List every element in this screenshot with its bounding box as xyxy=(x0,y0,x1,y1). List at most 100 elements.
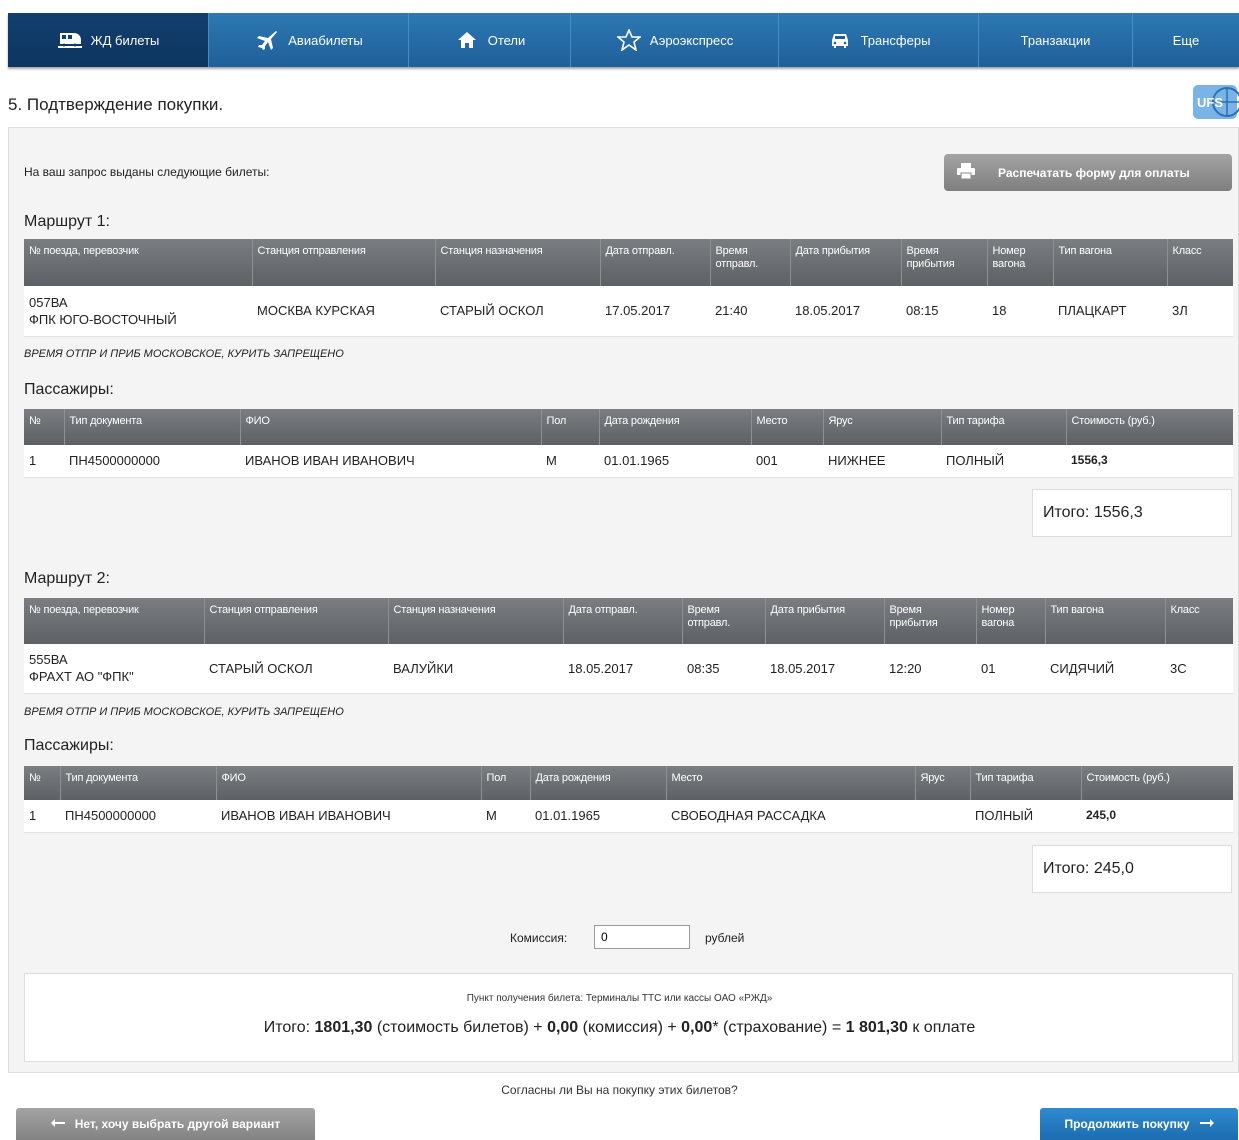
car-icon xyxy=(827,29,853,51)
route-2-table: № поезда, перевозчик Станция отправления… xyxy=(24,598,1233,694)
pickup-point: Пункт получения билета: Терминалы ТТС ил… xyxy=(466,993,773,1004)
header-arr-time: Время прибытия xyxy=(901,239,988,286)
header-class: Класс xyxy=(1167,239,1233,286)
dep-date-cell: 17.05.2017 xyxy=(600,286,710,337)
total-label: к оплате xyxy=(912,1019,976,1036)
print-payment-form-button[interactable]: Распечатать форму для оплаты xyxy=(944,154,1232,191)
dep-time-cell: 08:35 xyxy=(682,644,765,694)
route-1-table: № поезда, перевозчик Станция отправления… xyxy=(24,239,1233,337)
header-name: ФИО xyxy=(240,409,542,445)
route-2-note: ВРЕМЯ ОТПР И ПРИБ МОСКОВСКОЕ, КУРИТЬ ЗАП… xyxy=(24,706,344,718)
seat-cell: 001 xyxy=(751,445,823,478)
carrier: ФПК ЮГО-ВОСТОЧНЫЙ xyxy=(29,311,177,327)
header-tier: Ярус xyxy=(823,409,942,445)
header-tariff: Тип тарифа xyxy=(941,409,1067,445)
route-1-passengers-table: № Тип документа ФИО Пол Дата рождения Ме… xyxy=(24,409,1233,478)
to-cell: ВАЛУЙКИ xyxy=(388,644,563,694)
seat-cell: СВОБОДНАЯ РАССАДКА xyxy=(666,800,915,833)
passengers-header-row: № Тип документа ФИО Пол Дата рождения Ме… xyxy=(24,766,1233,800)
header-birth: Дата рождения xyxy=(599,409,752,445)
header-dep-time: Время отправл. xyxy=(682,598,766,644)
car-number-cell: 18 xyxy=(987,286,1053,337)
train-icon xyxy=(57,29,83,51)
train-number: 555ВА xyxy=(29,652,68,668)
header-train: № поезда, перевозчик xyxy=(24,598,205,644)
header-tariff: Тип тарифа xyxy=(970,766,1082,800)
from-cell: МОСКВА КУРСКАЯ xyxy=(252,286,435,337)
nav-tab-avia[interactable]: Авиабилеты xyxy=(209,13,409,67)
grand-prefix: Итого: xyxy=(263,1019,311,1036)
nav-tab-more[interactable]: Еще xyxy=(1133,13,1239,67)
grand-total-line: Итого: 1801,30 (стоимость билетов) + 0,0… xyxy=(0,1019,1239,1037)
birth-cell: 01.01.1965 xyxy=(599,445,751,478)
header-car-type: Тип вагона xyxy=(1053,239,1168,286)
commission-input[interactable] xyxy=(594,925,690,949)
agree-question: Согласны ли Вы на покупку этих билетов? xyxy=(501,1083,738,1097)
page-title: 5. Подтверждение покупки. xyxy=(8,95,224,114)
header-train: № поезда, перевозчик xyxy=(24,239,253,286)
route-2-passengers-table: № Тип документа ФИО Пол Дата рождения Ме… xyxy=(24,766,1233,833)
tickets-label: (стоимость билетов) + xyxy=(376,1019,543,1036)
header-sex: Пол xyxy=(541,409,600,445)
nav-tab-hotels-label: Отели xyxy=(487,32,526,48)
route-1-passengers-title: Пассажиры: xyxy=(24,381,114,398)
tariff-cell: ПОЛНЫЙ xyxy=(941,445,1066,478)
header-dep-date: Дата отправл. xyxy=(600,239,711,286)
print-button-label: Распечатать форму для оплаты xyxy=(998,165,1190,180)
printer-icon xyxy=(956,162,976,183)
nav-tab-transfers-label: Трансферы xyxy=(860,32,931,48)
route-1-total: Итого: 1556,3 xyxy=(1032,489,1232,537)
nav-tab-aeroexpress[interactable]: Аэроэкспресс xyxy=(571,13,779,67)
passengers-header-row: № Тип документа ФИО Пол Дата рождения Ме… xyxy=(24,409,1233,445)
airplane-icon xyxy=(254,29,280,51)
name-cell: ИВАНОВ ИВАН ИВАНОВИЧ xyxy=(216,800,481,833)
route-2-passengers-title: Пассажиры: xyxy=(24,737,114,754)
num-cell: 1 xyxy=(24,800,60,833)
route-2-total: Итого: 245,0 xyxy=(1032,845,1232,893)
class-cell: 3С xyxy=(1165,644,1233,694)
arr-date-cell: 18.05.2017 xyxy=(765,644,884,694)
choose-other-button[interactable]: Нет, хочу выбрать другой вариант xyxy=(16,1108,315,1140)
nav-tab-rail[interactable]: ЖД билеты xyxy=(8,13,209,67)
nav-tab-hotels[interactable]: Отели xyxy=(409,13,571,67)
header-arr-date: Дата прибытия xyxy=(790,239,902,286)
header-sex: Пол xyxy=(481,766,531,800)
main-navigation: ЖД билеты Авиабилеты Отели Аэроэкспресс … xyxy=(8,13,1239,67)
nav-tab-transactions[interactable]: Транзакции xyxy=(979,13,1133,67)
home-icon xyxy=(454,29,480,51)
nav-tab-transfers[interactable]: Трансферы xyxy=(779,13,979,67)
header-to: Станция назначения xyxy=(435,239,601,286)
insurance-label: * (страхование) = xyxy=(712,1019,842,1036)
tickets-value: 1801,30 xyxy=(314,1019,373,1036)
document-cell: ПН4500000000 xyxy=(60,800,216,833)
route-2-title: Маршрут 2: xyxy=(24,570,110,587)
insurance-value: 0,00 xyxy=(681,1019,713,1036)
name-cell: ИВАНОВ ИВАН ИВАНОВИЧ xyxy=(240,445,541,478)
commission-unit: рублей xyxy=(705,931,745,945)
table-row: 057ВА ФПК ЮГО-ВОСТОЧНЫЙ МОСКВА КУРСКАЯ СТ… xyxy=(24,286,1233,337)
commission-label: Комиссия: xyxy=(510,931,568,945)
train-cell: 555ВА ФРАХТ АО "ФПК" xyxy=(24,644,204,694)
dep-time-cell: 21:40 xyxy=(710,286,790,337)
header-dep-date: Дата отправл. xyxy=(563,598,683,644)
continue-purchase-button[interactable]: Продолжить покупку xyxy=(1040,1108,1238,1140)
tariff-cell: ПОЛНЫЙ xyxy=(970,800,1081,833)
arrow-left-icon xyxy=(50,1117,65,1131)
header-tier: Ярус xyxy=(915,766,971,800)
header-cost: Стоимость (руб.) xyxy=(1066,409,1233,445)
route-1-note: ВРЕМЯ ОТПР И ПРИБ МОСКОВСКОЕ, КУРИТЬ ЗАП… xyxy=(24,348,344,360)
sex-cell: М xyxy=(541,445,599,478)
table-row: 1 ПН4500000000 ИВАНОВ ИВАН ИВАНОВИЧ М 01… xyxy=(24,445,1233,478)
header-car-type: Тип вагона xyxy=(1045,598,1166,644)
tier-cell xyxy=(915,800,970,833)
tier-cell: НИЖНЕЕ xyxy=(823,445,941,478)
arrow-right-icon xyxy=(1199,1117,1214,1131)
nav-tab-rail-label: ЖД билеты xyxy=(90,32,160,48)
train-cell: 057ВА ФПК ЮГО-ВОСТОЧНЫЙ xyxy=(24,286,252,337)
summary-box xyxy=(24,973,1233,1062)
car-number-cell: 01 xyxy=(976,644,1045,694)
arr-date-cell: 18.05.2017 xyxy=(790,286,901,337)
cost-cell: 1556,3 xyxy=(1066,445,1233,478)
total-value: 1 801,30 xyxy=(845,1019,908,1036)
route-1-title: Маршрут 1: xyxy=(24,213,110,230)
